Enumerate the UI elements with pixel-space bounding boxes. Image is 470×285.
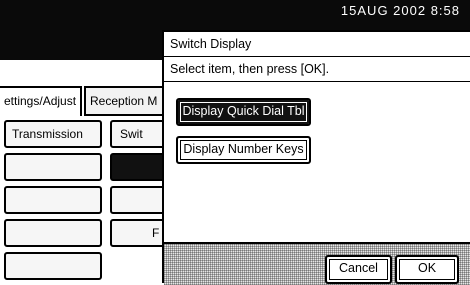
- display-quick-dial-option[interactable]: Display Quick Dial Tbl: [176, 98, 311, 126]
- setting-button-4[interactable]: [4, 219, 102, 247]
- date-time: 15AUG 2002 8:58: [340, 3, 460, 18]
- selected-setting-button[interactable]: [110, 153, 170, 181]
- setting-button-5[interactable]: [4, 252, 102, 280]
- cancel-button[interactable]: Cancel: [325, 255, 392, 284]
- switch-display-button[interactable]: Swit: [110, 120, 170, 148]
- transmission-button[interactable]: Transmission: [4, 120, 102, 148]
- setting-button-right-3[interactable]: [110, 186, 170, 214]
- dialog-title: Switch Display: [170, 37, 252, 51]
- divider: [164, 56, 470, 57]
- dialog-instruction: Select item, then press [OK].: [170, 62, 330, 76]
- setting-button-right-4[interactable]: F: [110, 219, 170, 247]
- switch-display-dialog: Switch Display Select item, then press […: [162, 30, 470, 285]
- tab-reception-mode[interactable]: Reception M: [84, 86, 174, 116]
- status-bar: 15AUG 2002 8:58: [0, 0, 470, 22]
- ok-button[interactable]: OK: [395, 255, 459, 284]
- setting-button-3[interactable]: [4, 186, 102, 214]
- setting-button-2[interactable]: [4, 153, 102, 181]
- dialog-footer: Cancel OK: [164, 242, 470, 285]
- divider: [164, 81, 470, 82]
- display-number-keys-option[interactable]: Display Number Keys: [176, 136, 311, 164]
- tab-settings-adjust[interactable]: ettings/Adjust: [0, 86, 82, 116]
